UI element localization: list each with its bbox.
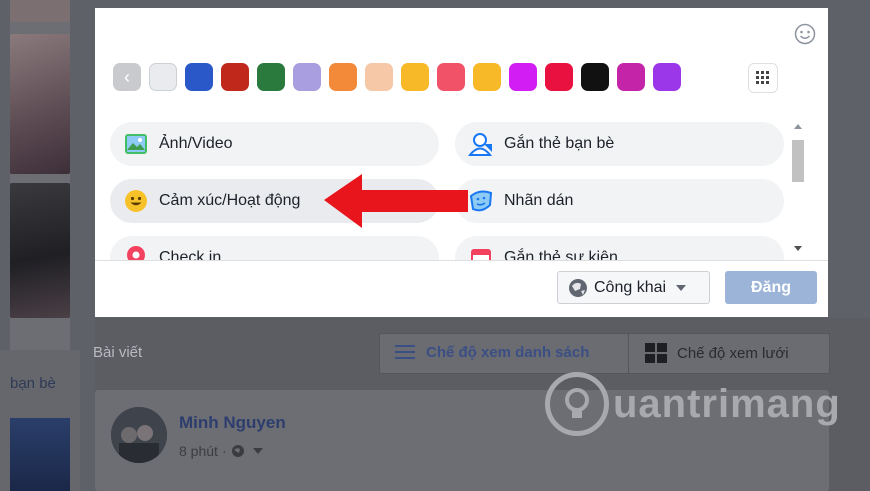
chevron-down-icon (676, 284, 687, 291)
option-label: Ảnh/Video (159, 135, 233, 152)
friend-thumb[interactable] (10, 418, 70, 491)
option-sticker[interactable]: Nhãn dán (455, 179, 784, 223)
background-swatch[interactable] (617, 63, 645, 91)
option-photo-video[interactable]: Ảnh/Video (110, 122, 439, 166)
event-icon (468, 245, 494, 260)
option-tag-event[interactable]: Gắn thẻ sự kiện (455, 236, 784, 260)
red-arrow-annotation (324, 174, 468, 228)
background-swatch[interactable] (437, 63, 465, 91)
scroll-up-icon[interactable] (794, 124, 802, 129)
divider (628, 334, 629, 373)
background-swatch[interactable] (653, 63, 681, 91)
globe-icon (569, 278, 587, 297)
background-swatch[interactable] (545, 63, 573, 91)
background-swatch[interactable] (149, 63, 177, 91)
privacy-selector[interactable]: Công khai (557, 271, 710, 304)
swatch-back-button[interactable]: ‹ (113, 63, 141, 91)
friends-label[interactable]: bạn bè (10, 375, 56, 392)
checkin-icon (123, 245, 149, 260)
scroll-down-icon[interactable] (794, 246, 802, 251)
separator-dot: · (221, 443, 227, 459)
footer-divider (95, 260, 828, 261)
watermark: uantrimang (545, 372, 841, 436)
background-swatch[interactable] (329, 63, 357, 91)
chevron-left-icon: ‹ (124, 66, 130, 87)
background-swatch[interactable] (473, 63, 501, 91)
options-scrollbar[interactable] (791, 120, 805, 260)
option-check-in[interactable]: Check in (110, 236, 439, 260)
post-meta: 8 phút · (179, 443, 263, 459)
option-tag-friends[interactable]: Gắn thẻ bạn bè (455, 122, 784, 166)
background-swatch[interactable] (509, 63, 537, 91)
avatar[interactable] (111, 407, 167, 463)
post-time[interactable]: 8 phút (179, 443, 218, 459)
photo-thumb[interactable] (10, 183, 70, 318)
option-label: Gắn thẻ bạn bè (504, 135, 615, 152)
globe-icon[interactable] (231, 444, 245, 458)
emoji-icon[interactable] (794, 23, 816, 45)
privacy-caret-icon[interactable] (252, 448, 263, 454)
post-author[interactable]: Minh Nguyen (179, 413, 286, 433)
list-icon (395, 345, 415, 359)
posts-label: Bài viết (93, 344, 143, 361)
post-button[interactable]: Đăng (725, 271, 817, 304)
watermark-text: uantrimang (613, 381, 841, 426)
option-label: Cảm xúc/Hoạt động (159, 192, 301, 209)
grid-icon (645, 343, 667, 363)
tag-friends-icon (468, 131, 494, 157)
list-view-button[interactable]: Chế độ xem danh sách (394, 343, 589, 361)
grid-view-label: Chế độ xem lưới (677, 344, 789, 362)
option-label: Check in (159, 249, 222, 260)
grid-dots-icon (756, 71, 769, 84)
photo-icon (123, 131, 149, 157)
photo-thumb[interactable] (10, 34, 70, 174)
background-swatch[interactable] (257, 63, 285, 91)
background-swatch[interactable] (401, 63, 429, 91)
scroll-thumb[interactable] (792, 140, 804, 182)
feeling-icon (123, 188, 149, 214)
background-swatches: ‹ (113, 63, 681, 91)
background-swatch[interactable] (581, 63, 609, 91)
list-view-label: Chế độ xem danh sách (426, 343, 590, 361)
background-swatch[interactable] (365, 63, 393, 91)
grid-view-button[interactable]: Chế độ xem lưới (645, 343, 789, 363)
bulb-logo-icon (545, 372, 609, 436)
background-swatch[interactable] (185, 63, 213, 91)
background-swatch[interactable] (293, 63, 321, 91)
option-label: Gắn thẻ sự kiện (504, 249, 618, 260)
background-swatch[interactable] (221, 63, 249, 91)
composer-modal: ‹ Ảnh/Video Gắn thẻ bạn bè Cảm xúc/Hoạt … (95, 8, 828, 317)
option-label: Nhãn dán (504, 192, 574, 209)
privacy-label: Công khai (594, 278, 667, 296)
more-swatches-button[interactable] (748, 63, 778, 93)
view-toggle: Chế độ xem danh sách Chế độ xem lưới (379, 333, 830, 374)
photo-thumb[interactable] (10, 0, 70, 22)
